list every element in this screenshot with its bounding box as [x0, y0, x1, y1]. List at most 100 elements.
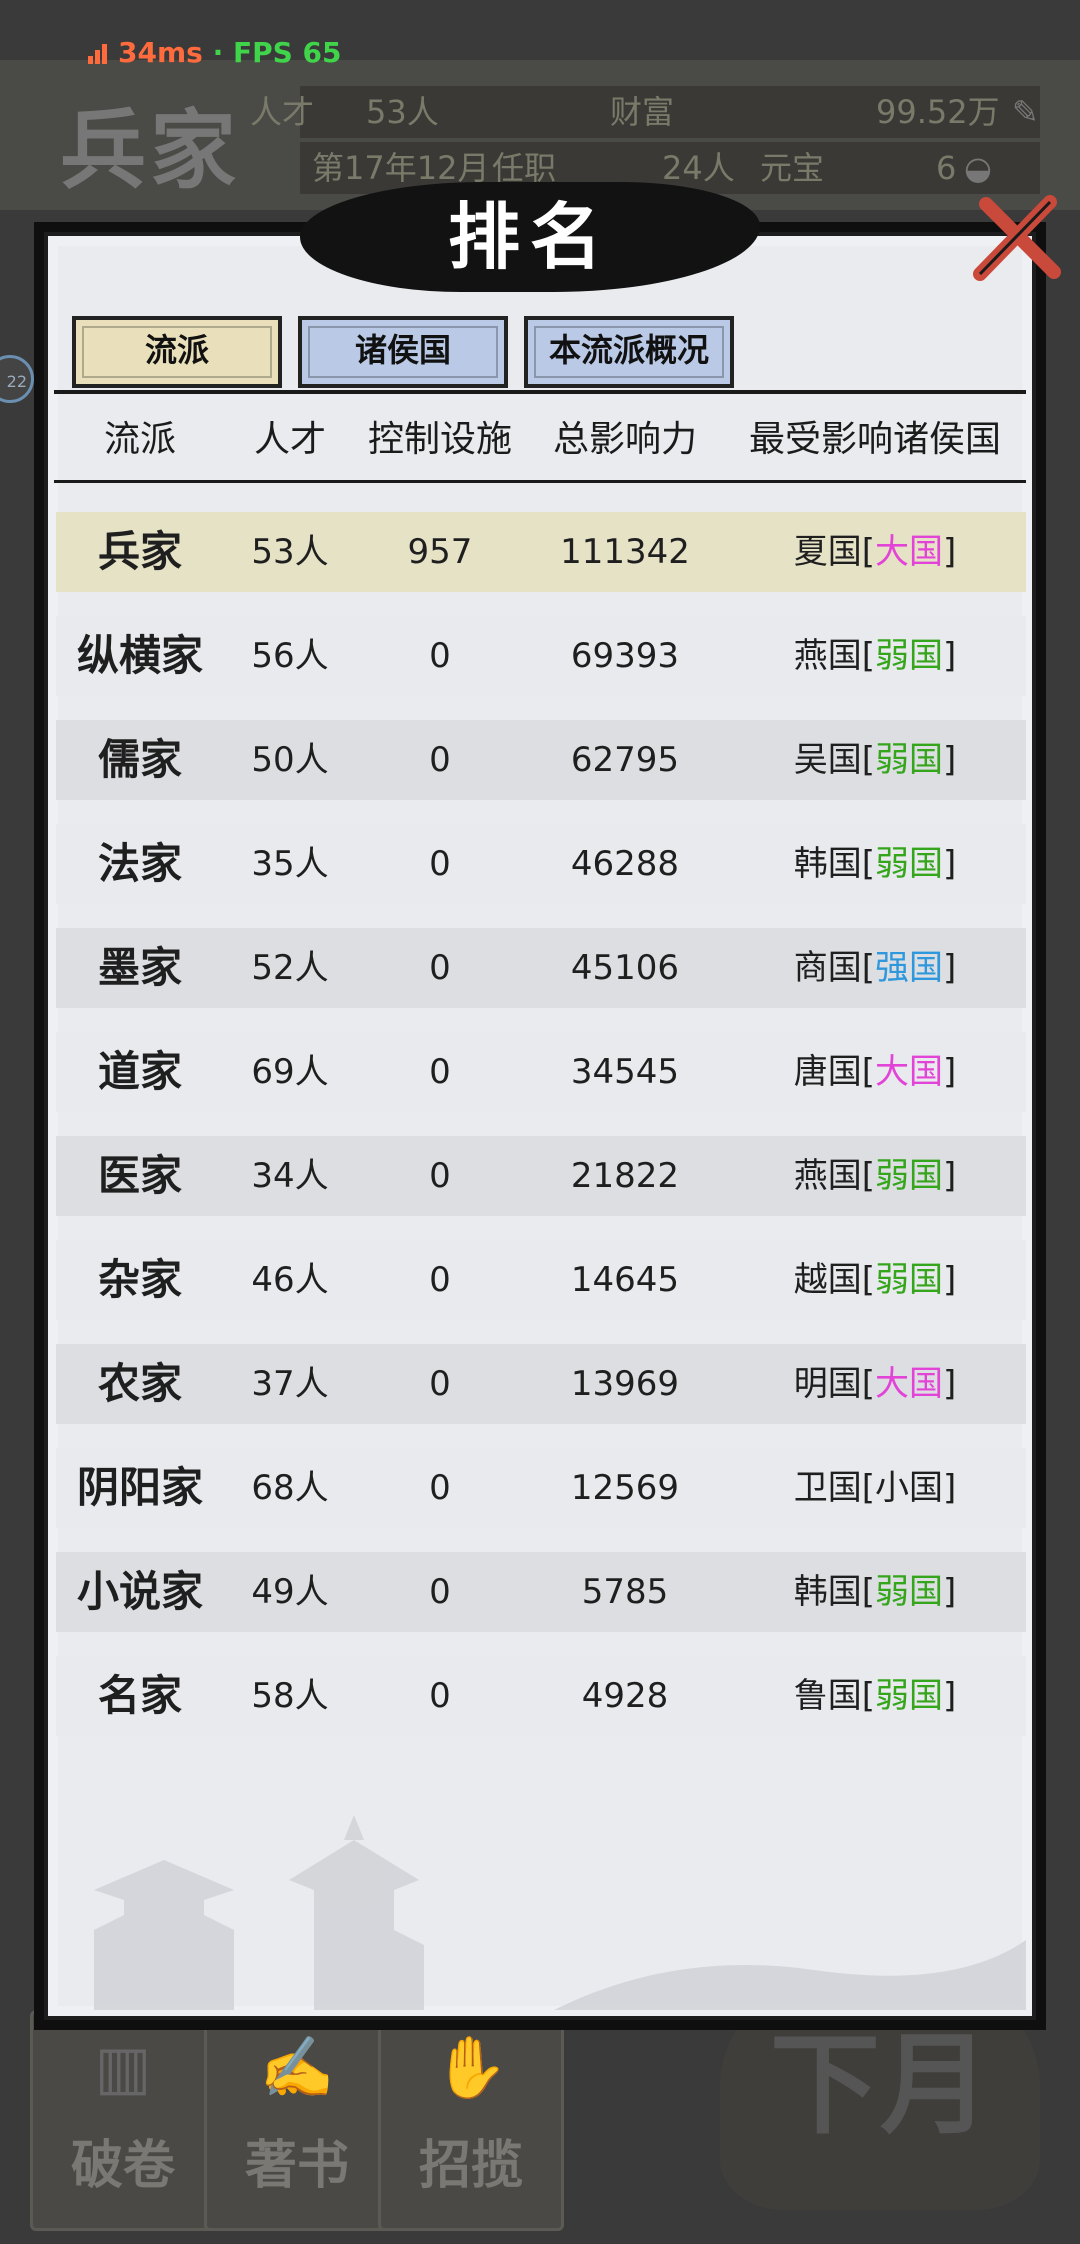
state-name: 燕国 [793, 1156, 862, 1196]
dialog-title-banner: 排名 [300, 182, 760, 292]
influence-cell: 21822 [570, 1156, 680, 1196]
control-cell: 0 [429, 1364, 451, 1404]
talent-cell: 35人 [251, 844, 329, 884]
control-cell: 0 [429, 740, 451, 780]
school-cell: 农家 [97, 1359, 182, 1408]
bracket-open: [ [861, 1260, 875, 1300]
talent-cell: 50人 [251, 740, 329, 780]
school-cell: 医家 [97, 1151, 182, 1200]
table-header: 流派 人才 控制设施 总影响力 最受影响诸侯国 [0, 400, 1080, 480]
bracket-close: ] [943, 1676, 957, 1716]
col-header-control: 控制设施 [367, 419, 512, 460]
table-row[interactable]: 医家 34人 0 21822 燕国[弱国] [56, 1136, 1026, 1216]
table-row[interactable]: 阴阳家 68人 0 12569 卫国[小国] [56, 1448, 1026, 1528]
table-row[interactable]: 儒家 50人 0 62795 吴国[弱国] [56, 720, 1026, 800]
bracket-close: ] [943, 948, 957, 988]
table-row[interactable]: 小说家 49人 0 5785 韩国[弱国] [56, 1552, 1026, 1632]
state-cell: 卫国[小国] [720, 1448, 1030, 1528]
section-title: 兵家 [60, 100, 240, 201]
state-name: 韩国 [793, 844, 862, 884]
influence-cell: 62795 [570, 740, 680, 780]
bracket-close: ] [943, 532, 957, 572]
wealth-value: 99.52万 [876, 93, 1000, 131]
money-icon: ✎ [1012, 93, 1039, 131]
bracket-close: ] [943, 1468, 957, 1508]
bracket-open: [ [861, 844, 875, 884]
col-header-talent: 人才 [253, 419, 326, 460]
table-row[interactable]: 墨家 52人 0 45106 商国[强国] [56, 928, 1026, 1008]
influence-cell: 12569 [570, 1468, 680, 1508]
header-bottom-divider [54, 480, 1026, 483]
control-cell: 0 [429, 1260, 451, 1300]
break-scroll-button[interactable]: ▥ 破卷 [30, 2010, 216, 2231]
tab-states[interactable]: 诸侯国 [298, 316, 508, 388]
state-name: 卫国 [793, 1468, 862, 1508]
table-row[interactable]: 纵横家 56人 0 69393 燕国[弱国] [56, 616, 1026, 696]
bracket-open: [ [861, 1156, 875, 1196]
influence-cell: 46288 [570, 844, 680, 884]
write-book-label: 著书 [244, 2135, 349, 2196]
state-name: 鲁国 [793, 1676, 862, 1716]
recruit-button[interactable]: ✋ 招揽 [378, 2010, 564, 2231]
recruit-label: 招揽 [418, 2135, 523, 2196]
state-tier: 弱国 [875, 1260, 943, 1300]
bracket-open: [ [861, 636, 875, 676]
control-cell: 0 [429, 844, 451, 884]
side-badge[interactable]: 22 [0, 355, 34, 403]
state-name: 明国 [793, 1364, 862, 1404]
network-status: 34ms · FPS 65 [88, 36, 341, 69]
state-name: 唐国 [793, 1052, 862, 1092]
school-cell: 道家 [97, 1047, 182, 1096]
state-tier: 大国 [875, 1364, 943, 1404]
state-cell: 唐国[大国] [720, 1032, 1030, 1112]
influence-cell: 13969 [570, 1364, 680, 1404]
bracket-close: ] [943, 1260, 957, 1300]
state-tier: 弱国 [875, 1676, 943, 1716]
influence-cell: 14645 [570, 1260, 680, 1300]
talent-cell: 53人 [251, 532, 329, 572]
talent-cell: 69人 [251, 1052, 329, 1092]
talent-label: 人才 [250, 93, 315, 131]
state-name: 夏国 [793, 532, 862, 572]
state-tier: 大国 [875, 1052, 943, 1092]
state-cell: 韩国[弱国] [720, 824, 1030, 904]
col-header-influence: 总影响力 [552, 419, 697, 460]
bracket-open: [ [861, 1676, 875, 1716]
break-scroll-label: 破卷 [70, 2135, 175, 2196]
bracket-close: ] [943, 740, 957, 780]
talent-cell: 56人 [251, 636, 329, 676]
bracket-open: [ [861, 1572, 875, 1612]
dialog-title: 排名 [447, 194, 612, 279]
table-row[interactable]: 法家 35人 0 46288 韩国[弱国] [56, 824, 1026, 904]
school-cell: 小说家 [76, 1567, 203, 1616]
brush-icon: ✍ [259, 2033, 335, 2103]
table-row[interactable]: 杂家 46人 0 14645 越国[弱国] [56, 1240, 1026, 1320]
table-row[interactable]: 农家 37人 0 13969 明国[大国] [56, 1344, 1026, 1424]
latency-text: 34ms [118, 36, 203, 69]
state-tier: 弱国 [875, 740, 943, 780]
bracket-open: [ [861, 1468, 875, 1508]
tab-school-overview[interactable]: 本流派概况 [524, 316, 734, 388]
table-row[interactable]: 兵家 53人 957 111342 夏国[大国] [56, 512, 1026, 592]
table-row[interactable]: 道家 69人 0 34545 唐国[大国] [56, 1032, 1026, 1112]
fps-text: FPS 65 [232, 36, 342, 69]
influence-cell: 111342 [560, 532, 690, 572]
bracket-close: ] [943, 1052, 957, 1092]
pagoda-scenery [94, 1815, 1026, 2010]
control-cell: 957 [407, 532, 473, 572]
recruit-icon: ✋ [433, 2033, 509, 2103]
tab-school[interactable]: 流派 [72, 316, 282, 388]
school-cell: 阴阳家 [76, 1463, 203, 1512]
influence-cell: 5785 [581, 1572, 669, 1612]
control-cell: 0 [429, 1572, 451, 1612]
write-book-button[interactable]: ✍ 著书 [204, 2010, 390, 2231]
school-cell: 墨家 [97, 943, 182, 992]
talent-cell: 37人 [251, 1364, 329, 1404]
close-icon[interactable] [970, 192, 1062, 284]
bracket-close: ] [943, 1572, 957, 1612]
bracket-close: ] [943, 844, 957, 884]
state-cell: 韩国[弱国] [720, 1552, 1030, 1632]
state-cell: 越国[弱国] [720, 1240, 1030, 1320]
status-separator: · [212, 36, 224, 69]
state-name: 燕国 [793, 636, 862, 676]
